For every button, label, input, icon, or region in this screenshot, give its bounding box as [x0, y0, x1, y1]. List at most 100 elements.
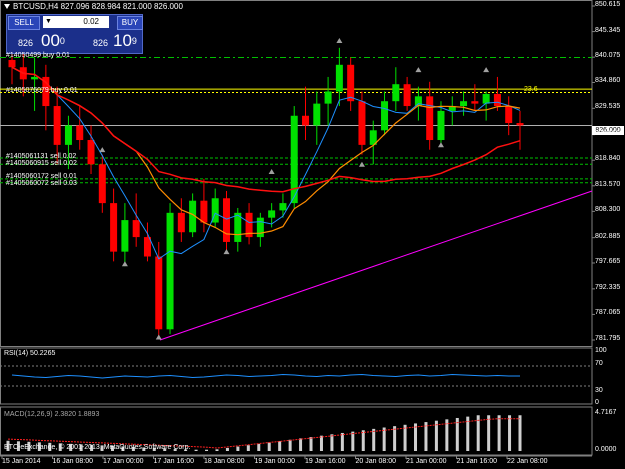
candle-body: [313, 103, 321, 126]
one-click-trading-panel: SELL ▼ 0.02 BUY 826 000 826 109: [6, 14, 143, 54]
candle-body: [471, 101, 479, 104]
sell-price-prefix[interactable]: 826: [18, 38, 33, 48]
fractal-arrow-icon: [437, 142, 444, 148]
candle-body: [505, 106, 513, 124]
macd-histogram-bar: [267, 442, 271, 451]
buy-price-prefix[interactable]: 826: [93, 38, 108, 48]
fractal-arrow-icon: [483, 67, 490, 73]
macd-histogram-bar: [236, 446, 240, 451]
macd-histogram-bar: [518, 415, 522, 451]
candle-body: [460, 101, 468, 107]
macd-histogram-bar: [403, 424, 407, 451]
time-axis-label: 22 Jan 08:00: [507, 458, 548, 465]
fractal-arrow-icon: [415, 67, 422, 73]
price-axis-label: 781.795: [595, 335, 621, 342]
order-label[interactable]: #14050499 buy 0.01: [6, 52, 70, 59]
chevron-down-icon: [4, 4, 10, 9]
time-axis-label: 18 Jan 08:00: [204, 458, 245, 465]
candle-body: [200, 200, 208, 223]
macd-histogram-bar: [508, 415, 512, 451]
sell-price-fraction: 0: [59, 36, 65, 46]
macd-histogram-bar: [194, 449, 198, 451]
buy-button[interactable]: BUY: [117, 16, 143, 30]
candle-body: [493, 93, 501, 107]
time-axis-label: 19 Jan 16:00: [305, 458, 346, 465]
price-axis-label: 840.075: [595, 52, 621, 60]
buy-price-fraction: 9: [131, 36, 137, 46]
macd-axis-top: 4.7167: [595, 409, 617, 416]
macd-histogram-bar: [372, 428, 376, 451]
price-chart[interactable]: [0, 0, 625, 469]
fractal-arrow-icon: [358, 161, 365, 167]
sell-price-digits: 00: [41, 31, 60, 50]
macd-histogram-bar: [361, 430, 365, 451]
order-label[interactable]: #1405060072 sell 0.03: [6, 180, 77, 187]
macd-label: MACD(12,26,9) 2.3820 1.8893: [4, 411, 100, 418]
candle-body: [516, 123, 524, 126]
rsi-level-label: 70: [595, 360, 603, 367]
macd-histogram-bar: [246, 445, 250, 451]
candle-body: [121, 220, 129, 252]
price-axis-label: 802.885: [595, 232, 621, 240]
macd-histogram-bar: [278, 441, 282, 451]
candle-body: [155, 256, 163, 330]
order-label[interactable]: #1405061131 sell 0.02: [6, 153, 76, 160]
fractal-arrow-icon: [268, 168, 275, 174]
fractal-arrow-icon: [336, 37, 343, 43]
candle-body: [110, 203, 118, 252]
order-label[interactable]: #1405076079 buy 0.01: [6, 87, 78, 94]
candle-body: [302, 115, 310, 126]
buy-price-digits: 10: [113, 31, 132, 50]
macd-histogram-bar: [319, 435, 323, 451]
macd-histogram-bar: [414, 423, 418, 451]
price-axis-label: 845.345: [595, 26, 621, 34]
order-label[interactable]: #1405060915 sell 0.02: [6, 160, 77, 167]
chart-title: BTCUSD,H4 827.096 828.984 821.000 826.00…: [4, 2, 183, 11]
rsi-line: [11, 373, 520, 379]
fractal-arrow-icon: [223, 249, 230, 255]
macd-histogram-bar: [393, 426, 397, 451]
candle-body: [222, 198, 230, 242]
candle-body: [414, 96, 422, 107]
candle-body: [64, 125, 72, 145]
candle-body: [8, 59, 16, 68]
fib-level-label: 23.6: [524, 86, 538, 93]
candle-body: [132, 220, 140, 238]
macd-histogram-bar: [340, 432, 344, 451]
time-axis-label: 20 Jan 08:00: [355, 458, 396, 465]
macd-histogram-bar: [382, 427, 386, 451]
rsi-level-label: 0: [595, 399, 599, 406]
fractal-arrow-icon: [121, 261, 128, 267]
time-axis-label: 16 Jan 08:00: [52, 458, 93, 465]
time-axis-label: 19 Jan 00:00: [254, 458, 295, 465]
fractal-arrow-icon: [155, 334, 162, 340]
macd-histogram-bar: [288, 439, 292, 451]
macd-histogram-bar: [487, 415, 491, 451]
candle-body: [279, 203, 287, 211]
lot-dropdown-icon[interactable]: ▼: [45, 16, 52, 28]
sell-button[interactable]: SELL: [8, 16, 40, 30]
price-axis-label: 850.615: [595, 1, 621, 8]
macd-histogram-bar: [351, 431, 355, 451]
candle-body: [256, 217, 264, 238]
time-axis-label: 17 Jan 16:00: [153, 458, 194, 465]
sell-price[interactable]: 000: [41, 31, 65, 51]
candle-body: [392, 84, 400, 102]
price-axis-label: 808.300: [595, 206, 621, 214]
candle-body: [166, 212, 174, 330]
candle-body: [426, 96, 434, 141]
chart-title-text: BTCUSD,H4 827.096 828.984 821.000 826.00…: [13, 2, 183, 11]
lot-size-input[interactable]: ▼ 0.02: [43, 16, 109, 28]
rsi-label: RSI(14) 50.2265: [4, 350, 56, 357]
price-axis-label: 797.665: [595, 257, 621, 265]
order-label[interactable]: #1405060172 sell 0.01: [6, 173, 77, 180]
candle-body: [335, 64, 343, 92]
candle-body: [53, 106, 61, 145]
time-axis-label: 15 Jan 2014: [2, 458, 41, 465]
price-axis-label: 824.110: [595, 129, 620, 137]
candle-body: [482, 93, 490, 104]
macd-histogram-bar: [205, 449, 209, 451]
fractal-arrow-icon: [99, 147, 106, 153]
buy-price[interactable]: 109: [113, 31, 137, 51]
macd-histogram-bar: [299, 438, 303, 451]
